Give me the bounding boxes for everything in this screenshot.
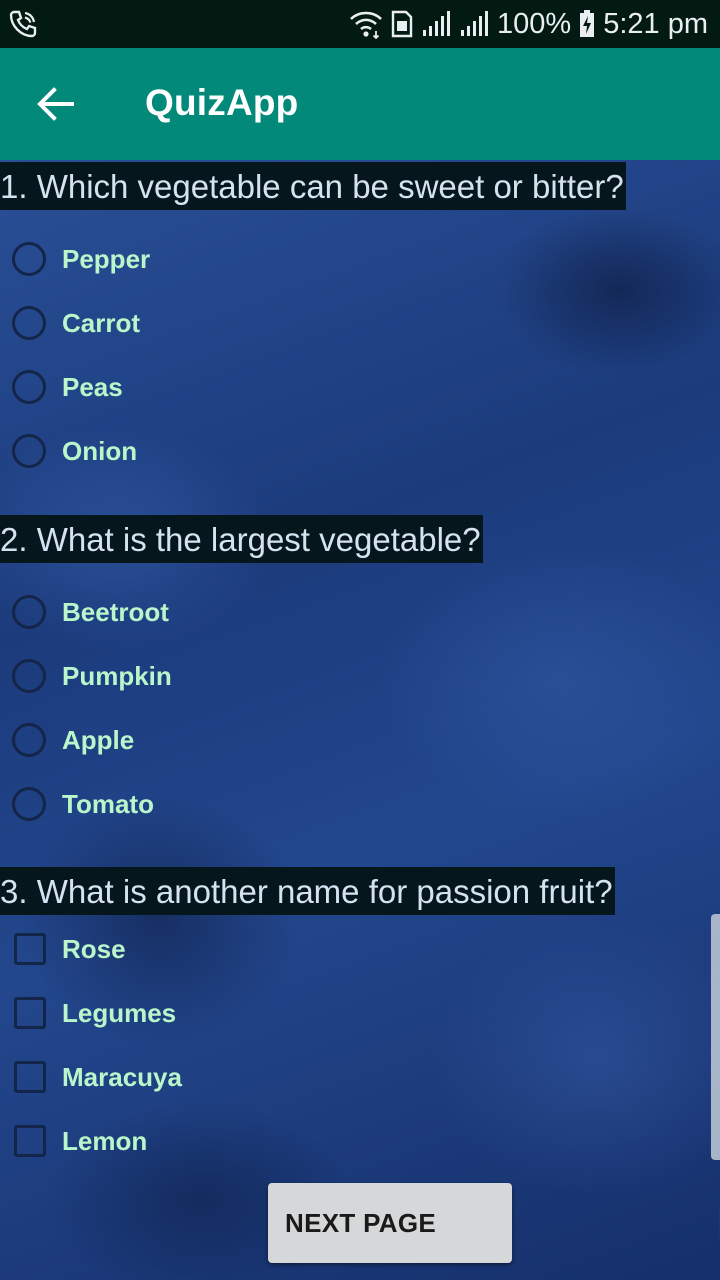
radio-button[interactable] xyxy=(12,306,46,340)
app-bar: QuizApp xyxy=(0,48,720,160)
arrow-left-icon[interactable] xyxy=(36,86,76,122)
radio-button[interactable] xyxy=(12,723,46,757)
next-page-button[interactable]: NEXT PAGE xyxy=(268,1183,720,1263)
signal-icon xyxy=(421,11,451,37)
option-lemon[interactable]: Lemon xyxy=(10,1117,147,1165)
sim-icon xyxy=(391,10,413,38)
checkbox[interactable] xyxy=(14,1061,46,1093)
radio-button[interactable] xyxy=(12,242,46,276)
option-label: Carrot xyxy=(62,307,141,338)
option-label: Lemon xyxy=(62,1125,148,1156)
question-3: 3. What is another name for passion frui… xyxy=(0,867,615,915)
phone-call-icon xyxy=(8,9,38,39)
radio-button[interactable] xyxy=(12,370,46,404)
option-pepper[interactable]: Pepper xyxy=(10,235,150,283)
option-beetroot[interactable]: Beetroot xyxy=(10,588,169,636)
option-apple[interactable]: Apple xyxy=(10,716,134,764)
option-label: Tomato xyxy=(62,788,154,819)
question-2: 2. What is the largest vegetable? xyxy=(0,515,483,563)
question-1: 1. Which vegetable can be sweet or bitte… xyxy=(0,162,626,210)
option-rose[interactable]: Rose xyxy=(10,925,126,973)
battery-percent: 100% xyxy=(497,7,572,40)
option-label: Pepper xyxy=(62,243,151,274)
option-maracuya[interactable]: Maracuya xyxy=(10,1053,182,1101)
option-peas[interactable]: Peas xyxy=(10,363,123,411)
signal-icon xyxy=(459,11,489,37)
radio-button[interactable] xyxy=(12,595,46,629)
app-title: QuizApp xyxy=(145,82,299,123)
radio-button[interactable] xyxy=(12,659,46,693)
option-label: Legumes xyxy=(62,997,177,1028)
option-onion[interactable]: Onion xyxy=(10,427,137,475)
scrollbar[interactable] xyxy=(711,914,720,1160)
option-label: Apple xyxy=(62,724,135,755)
option-label: Rose xyxy=(62,933,126,964)
checkbox[interactable] xyxy=(14,997,46,1029)
option-tomato[interactable]: Tomato xyxy=(10,780,154,828)
radio-button[interactable] xyxy=(12,787,46,821)
status-bar: 100% 5:21 pm xyxy=(0,0,720,48)
radio-button[interactable] xyxy=(12,434,46,468)
checkbox[interactable] xyxy=(14,933,46,965)
wifi-icon xyxy=(349,9,383,39)
option-legumes[interactable]: Legumes xyxy=(10,989,176,1037)
option-label: Onion xyxy=(62,435,138,466)
option-label: Peas xyxy=(62,371,123,402)
battery-charging-icon xyxy=(579,10,595,38)
clock: 5:21 pm xyxy=(603,7,708,40)
next-page-label: NEXT PAGE xyxy=(285,1207,437,1238)
option-label: Pumpkin xyxy=(62,660,172,691)
option-carrot[interactable]: Carrot xyxy=(10,299,140,347)
checkbox[interactable] xyxy=(14,1125,46,1157)
option-label: Maracuya xyxy=(62,1061,182,1092)
option-label: Beetroot xyxy=(62,596,169,627)
option-pumpkin[interactable]: Pumpkin xyxy=(10,652,172,700)
